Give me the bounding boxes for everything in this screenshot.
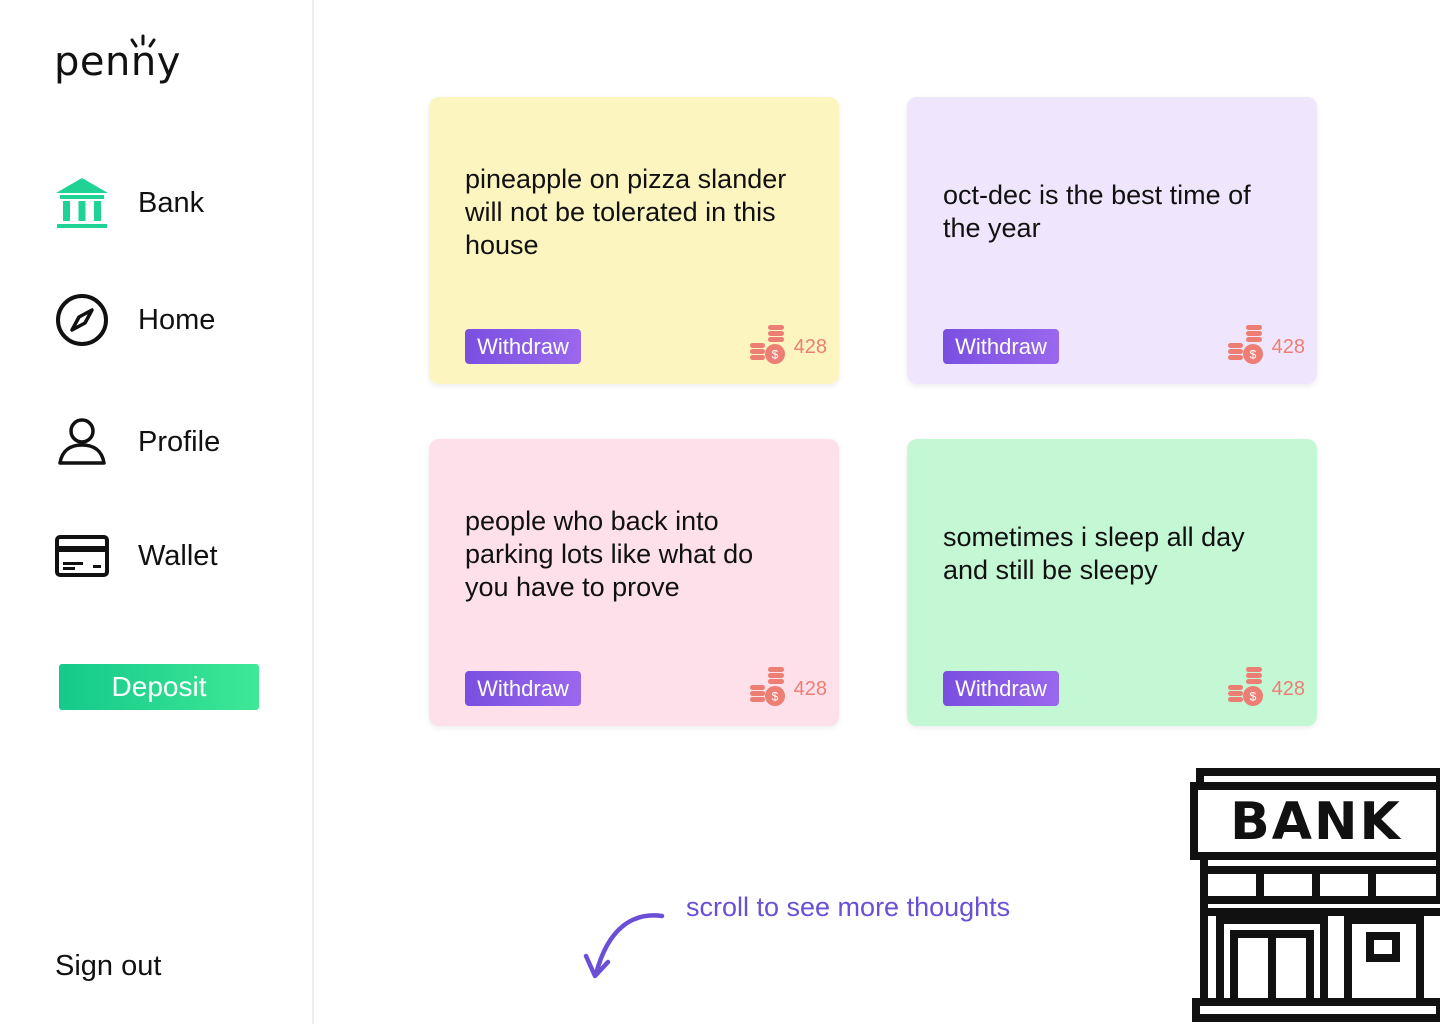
bank-building-icon: BANK (1190, 768, 1440, 1022)
curved-arrow-icon (583, 913, 665, 979)
logo-text: penny (54, 39, 181, 85)
coin-count: $ 428 (1227, 667, 1305, 707)
deposit-button[interactable]: Deposit (59, 664, 259, 710)
sidebar-item-wallet[interactable]: Wallet (54, 528, 218, 584)
coins-icon: $ (1227, 325, 1263, 364)
bank-icon (54, 175, 110, 231)
thought-card[interactable]: people who back into parking lots like w… (429, 439, 839, 726)
coin-value: 428 (1271, 336, 1305, 358)
thought-text: sometimes i sleep all day and still be s… (943, 522, 1245, 585)
withdraw-button[interactable]: Withdraw (465, 671, 581, 706)
thought-text: oct-dec is the best time of the year (943, 180, 1251, 243)
withdraw-button[interactable]: Withdraw (465, 329, 581, 364)
svg-text:$: $ (771, 348, 778, 362)
coin-value: 428 (1271, 678, 1305, 700)
sidebar: penny Bank Home Profile Wallet Deposit S… (0, 0, 314, 1024)
svg-text:$: $ (1249, 690, 1256, 704)
coin-count: $ 428 (749, 325, 827, 365)
coin-value: 428 (793, 678, 827, 700)
sidebar-item-label: Wallet (138, 539, 218, 572)
coin-value: 428 (793, 336, 827, 358)
compass-icon (54, 292, 110, 348)
thought-text: people who back into parking lots like w… (465, 505, 754, 602)
thought-card[interactable]: pineapple on pizza slander will not be t… (429, 97, 839, 384)
thought-card[interactable]: oct-dec is the best time of the year Wit… (907, 97, 1317, 384)
coins-icon: $ (749, 325, 785, 364)
withdraw-button[interactable]: Withdraw (943, 671, 1059, 706)
logo-rays-icon (130, 34, 156, 48)
sidebar-item-label: Home (138, 303, 216, 336)
svg-text:$: $ (1249, 348, 1256, 362)
scroll-hint: scroll to see more thoughts (686, 892, 1011, 922)
sidebar-item-profile[interactable]: Profile (54, 414, 220, 470)
sidebar-item-label: Profile (138, 425, 221, 458)
thought-text: pineapple on pizza slander will not be t… (465, 163, 787, 260)
thought-card[interactable]: sometimes i sleep all day and still be s… (907, 439, 1317, 726)
penny-logo[interactable]: penny (54, 34, 181, 90)
sign-out-link[interactable]: Sign out (55, 950, 161, 983)
sidebar-item-bank[interactable]: Bank (54, 175, 204, 231)
coin-count: $ 428 (749, 667, 827, 707)
withdraw-button[interactable]: Withdraw (943, 329, 1059, 364)
sidebar-item-label: Bank (138, 186, 205, 219)
coins-icon: $ (1227, 667, 1263, 706)
coin-count: $ 428 (1227, 325, 1305, 365)
credit-card-icon (54, 528, 110, 584)
bank-sign-text: BANK (1230, 792, 1402, 852)
sidebar-item-home[interactable]: Home (54, 292, 215, 348)
coins-icon: $ (749, 667, 785, 706)
user-icon (54, 414, 110, 470)
svg-text:$: $ (771, 690, 778, 704)
